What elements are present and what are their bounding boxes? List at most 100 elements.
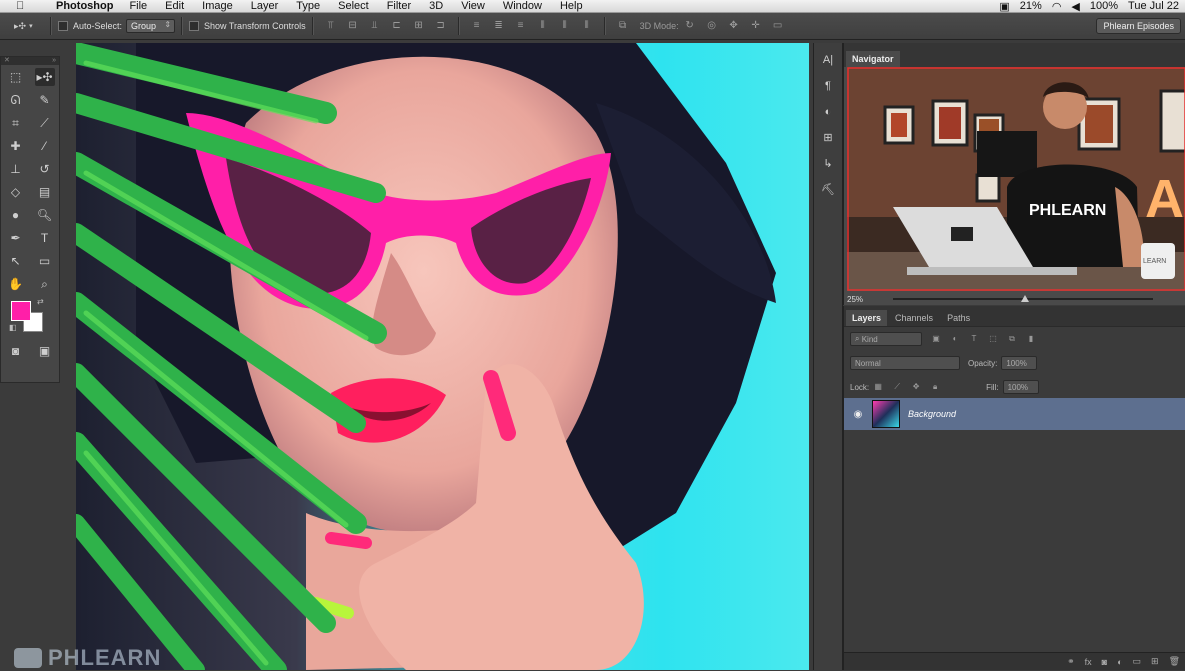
- link-layers-icon[interactable]: ⚭: [1067, 656, 1075, 667]
- 3d-scale-icon[interactable]: ▭: [771, 20, 785, 32]
- 3d-slide-icon[interactable]: ✛: [749, 20, 763, 32]
- lock-all-icon[interactable]: 🔒︎: [930, 382, 940, 392]
- lock-pixels-icon[interactable]: ⟋: [892, 382, 902, 392]
- menu-app-name[interactable]: Photoshop: [56, 0, 113, 12]
- move-tool-icon[interactable]: ▸✣: [34, 67, 55, 86]
- align-bottom-icon[interactable]: ⫫: [368, 20, 382, 32]
- eyedropper-tool-icon[interactable]: ⟋: [35, 114, 55, 132]
- filter-smartobject-icon[interactable]: ⧉: [1007, 334, 1017, 344]
- clone-stamp-icon[interactable]: ⊥: [6, 160, 26, 178]
- gradient-tool-icon[interactable]: ▤: [35, 183, 55, 201]
- filter-shape-icon[interactable]: ⬚: [988, 334, 998, 344]
- filter-adjustment-icon[interactable]: ◐: [950, 334, 960, 344]
- foreground-color-swatch[interactable]: [11, 301, 31, 321]
- zoom-tool-icon[interactable]: ⌕: [35, 275, 55, 293]
- battery-full-percent[interactable]: 100%: [1090, 0, 1118, 12]
- navigator-preview[interactable]: PHLEARN LEARN A: [847, 67, 1185, 291]
- default-colors-icon[interactable]: ◧: [9, 323, 17, 332]
- menu-layer[interactable]: Layer: [251, 0, 279, 12]
- distribute-vcenter-icon[interactable]: ≣: [492, 20, 506, 32]
- opacity-field[interactable]: 100%: [1001, 356, 1038, 370]
- history-brush-icon[interactable]: ↺: [35, 160, 55, 178]
- menu-window[interactable]: Window: [503, 0, 542, 12]
- filter-toggle-icon[interactable]: ▮: [1026, 334, 1036, 344]
- menu-view[interactable]: View: [461, 0, 485, 12]
- battery-percent[interactable]: 21%: [1020, 0, 1042, 12]
- 3d-pan-icon[interactable]: ✥: [727, 20, 741, 32]
- history-panel-icon[interactable]: ↳: [819, 155, 837, 173]
- wifi-icon[interactable]: ◠: [1052, 0, 1062, 13]
- adjustment-layer-icon[interactable]: ◐: [1117, 657, 1122, 667]
- align-left-icon[interactable]: ⊏: [390, 20, 404, 32]
- distribute-top-icon[interactable]: ≡: [470, 20, 484, 32]
- workspace-switcher[interactable]: Phlearn Episodes: [1096, 18, 1181, 34]
- tab-paths[interactable]: Paths: [941, 310, 976, 326]
- menu-image[interactable]: Image: [202, 0, 233, 12]
- properties-panel-icon[interactable]: ⊞: [819, 129, 837, 147]
- distribute-right-icon[interactable]: ⦀: [580, 20, 594, 32]
- menu-edit[interactable]: Edit: [165, 0, 184, 12]
- document-canvas[interactable]: [76, 43, 809, 670]
- trash-icon[interactable]: 🗑︎: [1169, 656, 1180, 667]
- add-mask-icon[interactable]: ◙: [1102, 657, 1107, 667]
- lasso-tool-icon[interactable]: ᘏ: [6, 91, 26, 109]
- navigator-zoom-value[interactable]: 25%: [847, 295, 863, 304]
- fill-field[interactable]: 100%: [1002, 380, 1039, 394]
- blend-mode-dropdown[interactable]: Normal: [850, 356, 960, 370]
- type-tool-icon[interactable]: T: [35, 229, 55, 247]
- collapse-icon[interactable]: »: [52, 57, 56, 65]
- align-vcenter-icon[interactable]: ⊟: [346, 20, 360, 32]
- brush-tool-icon[interactable]: ⁄: [35, 137, 55, 155]
- navigator-zoom-slider[interactable]: [893, 295, 1154, 302]
- quick-select-tool-icon[interactable]: ✎: [35, 91, 55, 109]
- layer-filter-kind[interactable]: ⌕ Kind: [850, 332, 922, 346]
- tab-navigator[interactable]: Navigator: [846, 51, 900, 67]
- menu-type[interactable]: Type: [296, 0, 320, 12]
- menu-select[interactable]: Select: [338, 0, 369, 12]
- volume-icon[interactable]: ◀: [1071, 0, 1079, 13]
- distribute-left-icon[interactable]: ⦀: [536, 20, 550, 32]
- hand-tool-icon[interactable]: ✋: [6, 275, 26, 293]
- menu-file[interactable]: File: [129, 0, 147, 12]
- align-top-icon[interactable]: ⫪: [324, 20, 338, 32]
- filter-type-icon[interactable]: T: [969, 334, 979, 344]
- menu-filter[interactable]: Filter: [387, 0, 411, 12]
- quick-mask-icon[interactable]: ◙: [6, 342, 26, 360]
- distribute-bottom-icon[interactable]: ≡: [514, 20, 528, 32]
- auto-select-checkbox[interactable]: [58, 21, 68, 31]
- character-panel-icon[interactable]: A|: [819, 51, 837, 69]
- paragraph-panel-icon[interactable]: ¶: [819, 77, 837, 95]
- crop-tool-icon[interactable]: ⌗: [6, 114, 26, 132]
- align-hcenter-icon[interactable]: ⊞: [412, 20, 426, 32]
- swap-colors-icon[interactable]: ⇄: [37, 297, 44, 306]
- close-icon[interactable]: ✕: [4, 57, 10, 65]
- new-group-icon[interactable]: ▭: [1133, 656, 1142, 667]
- tab-channels[interactable]: Channels: [889, 310, 939, 326]
- apple-icon[interactable]: : [16, 1, 30, 12]
- dodge-tool-icon[interactable]: 🔍︎: [35, 206, 55, 224]
- filter-pixel-icon[interactable]: ▣: [931, 334, 941, 344]
- pen-tool-icon[interactable]: ✒: [6, 229, 26, 247]
- transform-controls-checkbox[interactable]: [189, 21, 200, 31]
- tool-preset-picker[interactable]: ▸✣ ▾: [14, 21, 44, 32]
- tool-presets-icon[interactable]: ⛏: [819, 181, 837, 199]
- menu-3d[interactable]: 3D: [429, 0, 443, 12]
- healing-brush-icon[interactable]: ✚: [6, 137, 26, 155]
- auto-select-dropdown[interactable]: Group: [126, 19, 176, 33]
- layer-name[interactable]: Background: [908, 409, 956, 419]
- screen-mode-icon[interactable]: ▣: [35, 342, 55, 360]
- layer-row-background[interactable]: ◉ Background: [844, 398, 1185, 430]
- eraser-tool-icon[interactable]: ◇: [6, 183, 26, 201]
- clock[interactable]: Tue Jul 22: [1128, 0, 1179, 12]
- path-select-icon[interactable]: ↖: [6, 252, 26, 270]
- layer-style-icon[interactable]: fx: [1085, 657, 1092, 667]
- eye-visibility-icon[interactable]: ◉: [844, 409, 872, 420]
- adjustments-panel-icon[interactable]: ◐: [819, 103, 837, 121]
- shape-tool-icon[interactable]: ▭: [35, 252, 55, 270]
- 3d-orbit-icon[interactable]: ↻: [683, 20, 697, 32]
- marquee-tool-icon[interactable]: ⬚: [6, 68, 26, 86]
- 3d-roll-icon[interactable]: ◎: [705, 20, 719, 32]
- lock-position-icon[interactable]: ✥: [911, 382, 921, 392]
- menu-help[interactable]: Help: [560, 0, 583, 12]
- distribute-hcenter-icon[interactable]: ⦀: [558, 20, 572, 32]
